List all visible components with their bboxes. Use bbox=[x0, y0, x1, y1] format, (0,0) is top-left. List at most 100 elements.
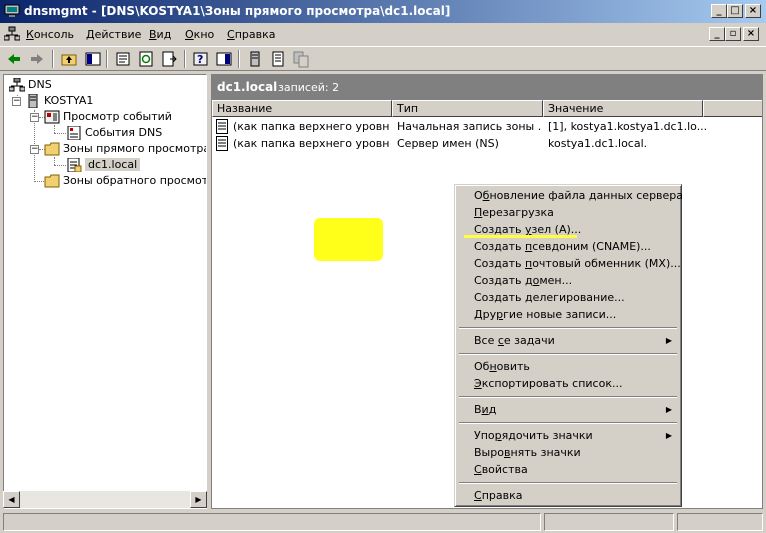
status-panel bbox=[3, 513, 541, 531]
tree-node-reverse-zones[interactable]: Зоны обратного просмотра bbox=[44, 173, 207, 189]
svg-text:?: ? bbox=[197, 53, 203, 66]
menu-item-new-mail-exchanger[interactable]: Создать почтовый обменник (MX)... bbox=[458, 255, 681, 272]
forward-icon[interactable] bbox=[28, 50, 46, 68]
export-list-icon[interactable] bbox=[160, 50, 178, 68]
menu-separator bbox=[459, 327, 677, 329]
mdi-restore-button[interactable]: ▫ bbox=[725, 27, 741, 41]
cell-value: kostya1.dc1.local. bbox=[548, 137, 648, 150]
column-header-name[interactable]: Название bbox=[212, 100, 392, 117]
table-row[interactable]: (как папка верхнего уровня) Начальная за… bbox=[212, 118, 762, 135]
tree-label: События DNS bbox=[85, 126, 163, 139]
record-icon bbox=[216, 119, 228, 134]
tree-node-server[interactable]: KOSTYA1 bbox=[25, 93, 93, 109]
toolbar-separator bbox=[52, 50, 54, 68]
toolbar: ? bbox=[0, 46, 766, 71]
up-folder-icon[interactable] bbox=[60, 50, 78, 68]
console-icon[interactable] bbox=[4, 26, 20, 42]
status-panel bbox=[677, 513, 763, 531]
submenu-arrow-icon: ▶ bbox=[665, 336, 672, 345]
tree-node-dns[interactable]: DNS bbox=[9, 77, 52, 93]
tree-node-dns-events[interactable]: События DNS bbox=[66, 125, 162, 141]
menu-item-view[interactable]: Вид ▶ bbox=[458, 401, 678, 418]
tree-horizontal-scrollbar[interactable]: ◀ ▶ bbox=[3, 491, 207, 508]
refresh-icon[interactable] bbox=[137, 50, 155, 68]
menu-item-help[interactable]: Справка bbox=[458, 487, 678, 504]
dns-app-icon bbox=[4, 4, 20, 17]
menu-action[interactable]: Действие bbox=[86, 28, 141, 41]
menu-item-new-alias[interactable]: Создать псевдоним (CNAME)... bbox=[458, 238, 678, 255]
menu-item-export-list[interactable]: Экспортировать список... bbox=[458, 375, 678, 392]
folder-icon bbox=[44, 174, 60, 188]
console-tree[interactable]: DNS − KOSTYA1 − Просмотр событий События… bbox=[3, 74, 207, 509]
menu-view[interactable]: Вид bbox=[149, 28, 171, 41]
menu-item-new-domain[interactable]: Создать домен... bbox=[458, 272, 678, 289]
tree-label: DNS bbox=[28, 78, 52, 91]
menu-help[interactable]: Справка bbox=[227, 28, 275, 41]
pane-zone-name: dc1.local bbox=[217, 80, 278, 94]
tree-label: KOSTYA1 bbox=[44, 94, 94, 107]
cell-name: (как папка верхнего уровня) bbox=[233, 120, 390, 133]
menu-item-properties[interactable]: Свойства bbox=[458, 461, 678, 478]
properties-icon[interactable] bbox=[114, 50, 132, 68]
menu-item-arrange-icons[interactable]: Упорядочить значки ▶ bbox=[458, 427, 678, 444]
submenu-arrow-icon: ▶ bbox=[665, 405, 672, 414]
menu-item-new-delegation[interactable]: Создать делегирование... bbox=[458, 289, 678, 306]
pane-header: dc1.local записей: 2 bbox=[212, 75, 762, 100]
tree-node-zone-dc1[interactable]: dc1.local bbox=[66, 157, 141, 173]
menu-separator bbox=[459, 396, 677, 398]
highlight-annotation bbox=[314, 218, 383, 261]
column-header-type[interactable]: Тип bbox=[392, 100, 543, 117]
minimize-button[interactable]: _ bbox=[711, 4, 727, 18]
menu-item-line-up-icons[interactable]: Выровнять значки bbox=[458, 444, 678, 461]
cell-type: Начальная запись зоны ... bbox=[397, 120, 541, 133]
menu-item-all-tasks[interactable]: Все се задачи ▶ bbox=[458, 332, 678, 349]
mdi-close-button[interactable]: × bbox=[743, 27, 759, 41]
mdi-minimize-button[interactable]: _ bbox=[709, 27, 725, 41]
scroll-left-icon[interactable]: ◀ bbox=[3, 491, 20, 508]
scroll-right-icon[interactable]: ▶ bbox=[190, 491, 207, 508]
show-hide-tree-icon[interactable] bbox=[84, 50, 102, 68]
toolbar-separator bbox=[106, 50, 108, 68]
menu-item-refresh[interactable]: Обновить bbox=[458, 358, 678, 375]
cell-name: (как папка верхнего уровня) bbox=[233, 137, 390, 150]
show-hide-action-pane-icon[interactable] bbox=[215, 50, 233, 68]
tree-label: dc1.local bbox=[85, 158, 141, 171]
zone-icon bbox=[67, 158, 82, 172]
server-icon[interactable] bbox=[246, 50, 264, 68]
copy-icon[interactable] bbox=[292, 50, 310, 68]
column-header-value[interactable]: Значение bbox=[543, 100, 703, 117]
record-count: записей: 2 bbox=[278, 81, 340, 94]
collapse-events-toggle[interactable]: − bbox=[30, 113, 39, 122]
record-icon[interactable] bbox=[269, 50, 287, 68]
status-panel bbox=[544, 513, 674, 531]
collapse-forward-zones-toggle[interactable]: − bbox=[30, 145, 39, 154]
help-icon[interactable]: ? bbox=[192, 50, 210, 68]
tree-node-forward-zones[interactable]: Зоны прямого просмотра bbox=[44, 141, 207, 157]
close-button[interactable]: × bbox=[745, 4, 761, 18]
tree-label: Зоны обратного просмотра bbox=[63, 174, 207, 187]
status-bar bbox=[0, 511, 766, 533]
maximize-button[interactable]: □ bbox=[727, 4, 743, 18]
menu-separator bbox=[459, 353, 677, 355]
cell-type: Сервер имен (NS) bbox=[397, 137, 499, 150]
server-icon bbox=[28, 94, 38, 108]
tree-line bbox=[54, 157, 55, 165]
tree-label: Зоны прямого просмотра bbox=[63, 142, 207, 155]
menu-item-other-new-records[interactable]: Друргие новые записи... bbox=[458, 306, 678, 323]
tree-line bbox=[54, 165, 66, 166]
menu-item-update-server-file[interactable]: Обновление файла данных сервера bbox=[458, 187, 683, 204]
menu-separator bbox=[459, 422, 677, 424]
tree-line bbox=[54, 125, 55, 133]
tree-node-event-viewer[interactable]: Просмотр событий bbox=[44, 109, 172, 125]
menu-window[interactable]: Окно bbox=[185, 28, 214, 41]
menu-separator bbox=[459, 482, 677, 484]
folder-icon bbox=[44, 142, 60, 156]
menu-console[interactable]: Консоль bbox=[26, 28, 74, 41]
back-icon[interactable] bbox=[5, 50, 23, 68]
dns-icon bbox=[9, 78, 25, 92]
menu-item-reload[interactable]: Перезагрузка bbox=[458, 204, 678, 221]
collapse-server-toggle[interactable]: − bbox=[12, 97, 21, 106]
event-log-icon bbox=[67, 126, 81, 140]
toolbar-separator bbox=[238, 50, 240, 68]
table-row[interactable]: (как папка верхнего уровня) Сервер имен … bbox=[212, 135, 762, 152]
